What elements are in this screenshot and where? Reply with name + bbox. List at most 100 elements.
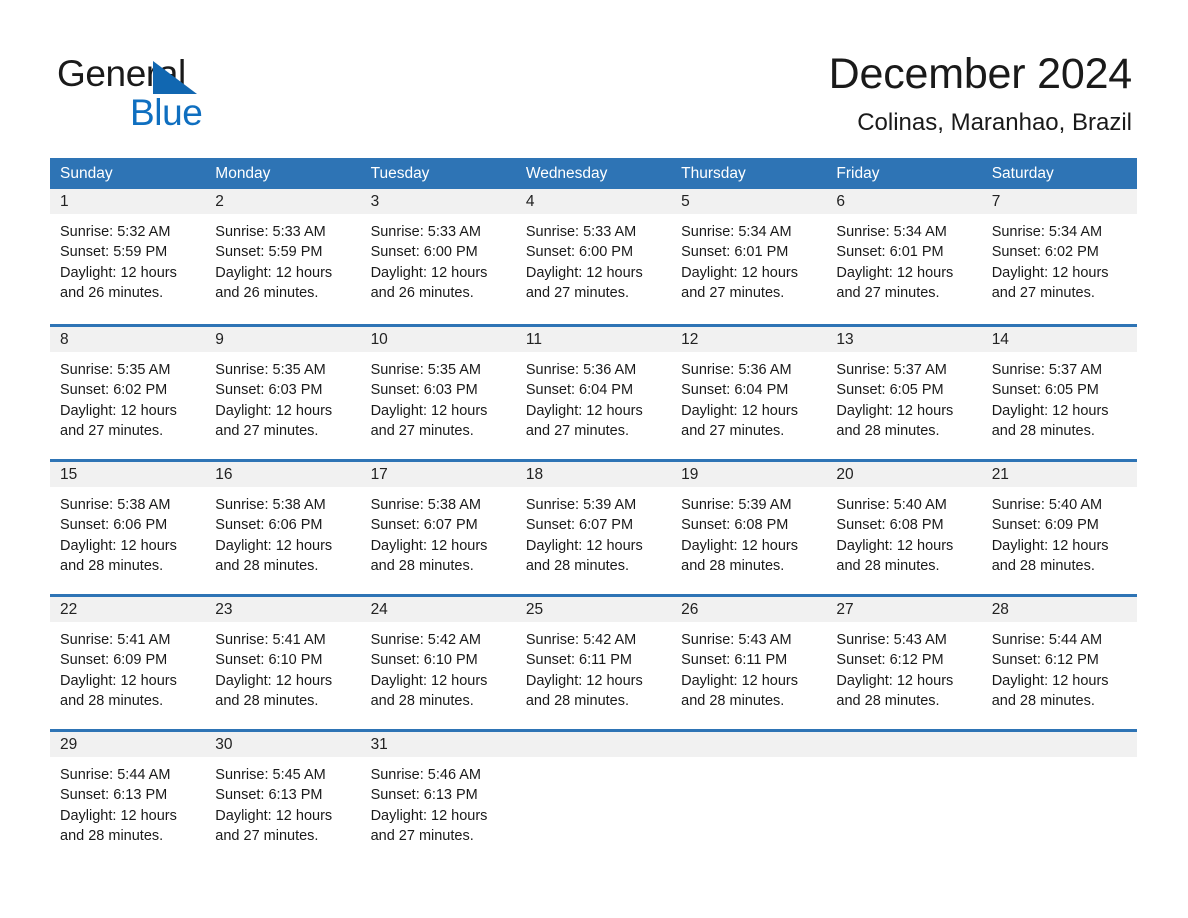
day-details: Sunrise: 5:33 AM Sunset: 5:59 PM Dayligh… (215, 224, 333, 301)
day-number: 9 (205, 327, 361, 352)
day-number: 13 (826, 327, 982, 352)
day-number: 4 (515, 189, 672, 214)
day-cell[interactable]: 20 Sunrise: 5:40 AM Sunset: 6:08 PM Dayl… (826, 462, 982, 585)
day-number: 27 (826, 597, 982, 622)
day-cell-empty (515, 732, 672, 855)
day-details (826, 757, 981, 765)
day-cell[interactable]: 7 Sunrise: 5:34 AM Sunset: 6:02 PM Dayli… (981, 189, 1137, 315)
day-number: 5 (671, 189, 827, 214)
day-cell[interactable]: 28 Sunrise: 5:44 AM Sunset: 6:12 PM Dayl… (981, 597, 1137, 720)
day-number: 24 (360, 597, 516, 622)
day-details: Sunrise: 5:43 AM Sunset: 6:11 PM Dayligh… (681, 632, 798, 709)
day-cell[interactable]: 10 Sunrise: 5:35 AM Sunset: 6:03 PM Dayl… (360, 327, 516, 450)
day-number: 17 (360, 462, 516, 487)
day-cell[interactable]: 24 Sunrise: 5:42 AM Sunset: 6:10 PM Dayl… (360, 597, 516, 720)
day-number: 10 (360, 327, 516, 352)
day-cell[interactable]: 3 Sunrise: 5:33 AM Sunset: 6:00 PM Dayli… (360, 189, 516, 315)
page-subtitle: Colinas, Maranhao, Brazil (857, 109, 1132, 136)
day-cell[interactable]: 31 Sunrise: 5:46 AM Sunset: 6:13 PM Dayl… (360, 732, 516, 855)
week-row: 15 Sunrise: 5:38 AM Sunset: 6:06 PM Dayl… (50, 459, 1137, 585)
week-row: 29 Sunrise: 5:44 AM Sunset: 6:13 PM Dayl… (50, 729, 1137, 855)
day-cell[interactable]: 4 Sunrise: 5:33 AM Sunset: 6:00 PM Dayli… (515, 189, 672, 315)
day-details (516, 757, 671, 765)
day-cell[interactable]: 30 Sunrise: 5:45 AM Sunset: 6:13 PM Dayl… (205, 732, 361, 855)
week-row: 22 Sunrise: 5:41 AM Sunset: 6:09 PM Dayl… (50, 594, 1137, 720)
day-details: Sunrise: 5:45 AM Sunset: 6:13 PM Dayligh… (215, 767, 333, 844)
day-cell[interactable]: 13 Sunrise: 5:37 AM Sunset: 6:05 PM Dayl… (826, 327, 982, 450)
day-number: 30 (205, 732, 361, 757)
day-number: 21 (981, 462, 1137, 487)
day-cell[interactable]: 21 Sunrise: 5:40 AM Sunset: 6:09 PM Dayl… (981, 462, 1137, 585)
day-number: 1 (50, 189, 206, 214)
day-cell[interactable]: 23 Sunrise: 5:41 AM Sunset: 6:10 PM Dayl… (205, 597, 361, 720)
day-cell[interactable]: 18 Sunrise: 5:39 AM Sunset: 6:07 PM Dayl… (515, 462, 672, 585)
day-details: Sunrise: 5:35 AM Sunset: 6:03 PM Dayligh… (370, 362, 488, 439)
day-number (515, 732, 672, 757)
day-details: Sunrise: 5:36 AM Sunset: 6:04 PM Dayligh… (525, 362, 643, 439)
day-details: Sunrise: 5:34 AM Sunset: 6:01 PM Dayligh… (681, 224, 798, 301)
day-number: 28 (981, 597, 1137, 622)
day-number: 2 (205, 189, 361, 214)
day-number: 6 (826, 189, 982, 214)
day-details (671, 757, 826, 765)
calendar-page: General Blue December 2024 Colinas, Mara… (0, 0, 1188, 918)
day-number: 8 (50, 327, 206, 352)
day-cell[interactable]: 29 Sunrise: 5:44 AM Sunset: 6:13 PM Dayl… (50, 732, 206, 855)
day-details: Sunrise: 5:41 AM Sunset: 6:09 PM Dayligh… (60, 632, 177, 709)
day-details: Sunrise: 5:33 AM Sunset: 6:00 PM Dayligh… (525, 224, 643, 301)
day-details: Sunrise: 5:39 AM Sunset: 6:08 PM Dayligh… (681, 497, 798, 574)
day-cell[interactable]: 19 Sunrise: 5:39 AM Sunset: 6:08 PM Dayl… (671, 462, 827, 585)
weekday-header-wednesday: Wednesday (525, 165, 608, 182)
day-number: 3 (360, 189, 516, 214)
day-cell[interactable]: 15 Sunrise: 5:38 AM Sunset: 6:06 PM Dayl… (50, 462, 206, 585)
day-cell[interactable]: 8 Sunrise: 5:35 AM Sunset: 6:02 PM Dayli… (50, 327, 206, 450)
title-block: December 2024 Colinas, Maranhao, Brazil (432, 48, 1133, 138)
logo-word-blue: Blue (130, 92, 203, 133)
day-cell[interactable]: 14 Sunrise: 5:37 AM Sunset: 6:05 PM Dayl… (981, 327, 1137, 450)
day-details: Sunrise: 5:38 AM Sunset: 6:06 PM Dayligh… (215, 497, 333, 574)
weekday-header-tuesday: Tuesday (370, 165, 430, 182)
day-details: Sunrise: 5:40 AM Sunset: 6:09 PM Dayligh… (991, 497, 1109, 574)
day-number: 29 (50, 732, 206, 757)
day-cell[interactable]: 11 Sunrise: 5:36 AM Sunset: 6:04 PM Dayl… (515, 327, 672, 450)
day-details: Sunrise: 5:34 AM Sunset: 6:01 PM Dayligh… (836, 224, 954, 301)
day-details: Sunrise: 5:44 AM Sunset: 6:13 PM Dayligh… (60, 767, 177, 844)
week-row: 8 Sunrise: 5:35 AM Sunset: 6:02 PM Dayli… (50, 324, 1137, 450)
day-number (671, 732, 827, 757)
weekday-header-row: Sunday Monday Tuesday Wednesday Thursday… (50, 158, 1137, 189)
day-number: 25 (515, 597, 672, 622)
day-details: Sunrise: 5:43 AM Sunset: 6:12 PM Dayligh… (836, 632, 954, 709)
weekday-header-sunday: Sunday (60, 165, 113, 182)
day-cell[interactable]: 16 Sunrise: 5:38 AM Sunset: 6:06 PM Dayl… (205, 462, 361, 585)
day-cell-empty (826, 732, 982, 855)
day-details: Sunrise: 5:42 AM Sunset: 6:11 PM Dayligh… (525, 632, 643, 709)
day-cell[interactable]: 17 Sunrise: 5:38 AM Sunset: 6:07 PM Dayl… (360, 462, 516, 585)
day-details: Sunrise: 5:35 AM Sunset: 6:02 PM Dayligh… (60, 362, 177, 439)
day-cell[interactable]: 1 Sunrise: 5:32 AM Sunset: 5:59 PM Dayli… (50, 189, 206, 315)
general-blue-logo[interactable]: General Blue (57, 52, 397, 138)
day-cell[interactable]: 27 Sunrise: 5:43 AM Sunset: 6:12 PM Dayl… (826, 597, 982, 720)
day-details: Sunrise: 5:41 AM Sunset: 6:10 PM Dayligh… (215, 632, 333, 709)
day-cell-empty (981, 732, 1137, 855)
day-cell[interactable]: 12 Sunrise: 5:36 AM Sunset: 6:04 PM Dayl… (671, 327, 827, 450)
day-cell[interactable]: 22 Sunrise: 5:41 AM Sunset: 6:09 PM Dayl… (50, 597, 206, 720)
day-number: 18 (515, 462, 672, 487)
day-cell[interactable]: 6 Sunrise: 5:34 AM Sunset: 6:01 PM Dayli… (826, 189, 982, 315)
day-cell[interactable]: 9 Sunrise: 5:35 AM Sunset: 6:03 PM Dayli… (205, 327, 361, 450)
day-details: Sunrise: 5:35 AM Sunset: 6:03 PM Dayligh… (215, 362, 333, 439)
day-details: Sunrise: 5:37 AM Sunset: 6:05 PM Dayligh… (991, 362, 1109, 439)
day-number (981, 732, 1137, 757)
weekday-header-saturday: Saturday (991, 165, 1054, 182)
day-number: 31 (360, 732, 516, 757)
day-cell[interactable]: 26 Sunrise: 5:43 AM Sunset: 6:11 PM Dayl… (671, 597, 827, 720)
page-header: General Blue December 2024 Colinas, Mara… (0, 0, 1188, 152)
day-cell[interactable]: 25 Sunrise: 5:42 AM Sunset: 6:11 PM Dayl… (515, 597, 672, 720)
day-number (826, 732, 982, 757)
day-cell[interactable]: 2 Sunrise: 5:33 AM Sunset: 5:59 PM Dayli… (205, 189, 361, 315)
day-details: Sunrise: 5:37 AM Sunset: 6:05 PM Dayligh… (836, 362, 954, 439)
day-details: Sunrise: 5:34 AM Sunset: 6:02 PM Dayligh… (991, 224, 1109, 301)
week-row: 1 Sunrise: 5:32 AM Sunset: 5:59 PM Dayli… (50, 189, 1137, 315)
day-number: 16 (205, 462, 361, 487)
day-cell[interactable]: 5 Sunrise: 5:34 AM Sunset: 6:01 PM Dayli… (671, 189, 827, 315)
day-details: Sunrise: 5:42 AM Sunset: 6:10 PM Dayligh… (370, 632, 488, 709)
